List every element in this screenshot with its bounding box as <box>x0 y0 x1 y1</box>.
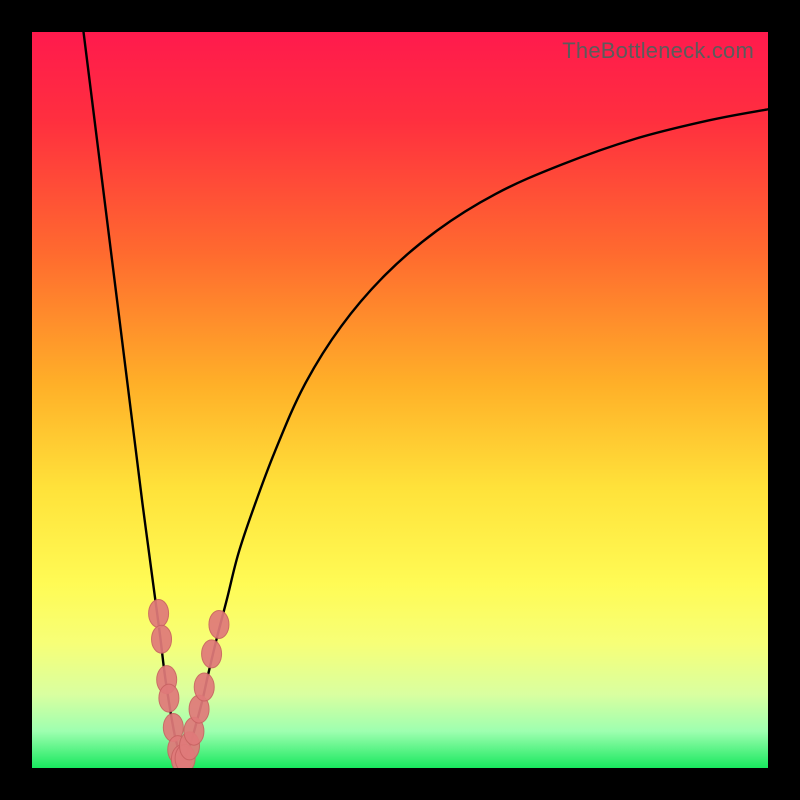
data-marker <box>152 625 172 653</box>
data-marker <box>149 599 169 627</box>
data-marker <box>209 610 229 638</box>
curve-left-branch <box>84 32 183 761</box>
chart-frame: TheBottleneck.com <box>0 0 800 800</box>
data-marker <box>194 673 214 701</box>
curve-right-branch <box>183 109 768 760</box>
curve-layer <box>32 32 768 768</box>
data-marker <box>159 684 179 712</box>
plot-area: TheBottleneck.com <box>32 32 768 768</box>
data-marker <box>202 640 222 668</box>
watermark-text: TheBottleneck.com <box>562 38 754 64</box>
